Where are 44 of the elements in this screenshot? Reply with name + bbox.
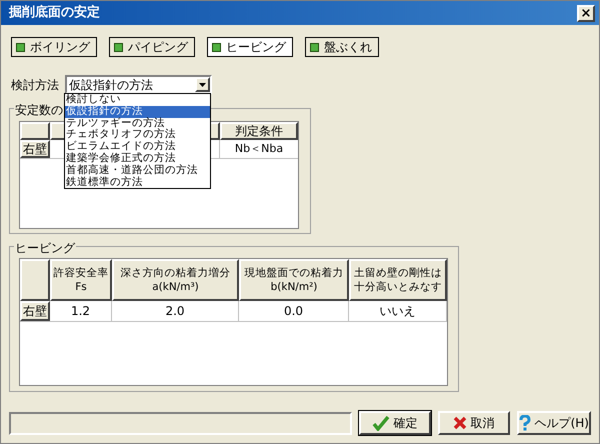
tab[interactable]: ボイリング <box>11 37 97 57</box>
header-title: 許容安全率 <box>54 266 108 280</box>
close-button[interactable]: × <box>577 4 595 22</box>
status-square-icon <box>212 42 221 52</box>
status-square-icon <box>310 42 319 52</box>
cross-icon <box>452 416 467 430</box>
dropdown-option[interactable]: 仮設指針の方法 <box>65 106 210 118</box>
help-button[interactable]: ヘルプ(H) <box>516 411 591 435</box>
header-subtitle: 十分高いとみなす <box>354 280 442 294</box>
question-icon <box>518 415 531 431</box>
table-cell: 2.0 <box>112 301 239 321</box>
table-cell: 1.2 <box>50 301 112 321</box>
group-title: ヒービング <box>14 239 76 257</box>
window-title: 掘削底面の安定 <box>8 4 100 22</box>
table-cell: 0.0 <box>239 301 349 321</box>
dropdown-option[interactable]: 建築学会修正式の方法 <box>65 152 210 165</box>
cancel-button[interactable]: 取消 <box>438 411 510 435</box>
method-label: 検討方法 <box>11 76 59 94</box>
check-icon <box>372 415 390 431</box>
header-subtitle: b(kN/m²) <box>270 280 318 294</box>
dropdown-option[interactable]: 首都高速・道路公団の方法 <box>65 164 210 177</box>
tab[interactable]: ヒービング <box>207 37 293 57</box>
dropdown-option[interactable]: テルツァギーの方法 <box>65 118 210 130</box>
status-square-icon <box>114 42 123 52</box>
table-cell-text: Nb＜Nba <box>234 141 284 157</box>
header-title: 深さ方向の粘着力増分 <box>120 266 230 280</box>
dropdown-option[interactable]: 鉄道標準の方法 <box>65 176 210 188</box>
header-title: 現地盤面での粘着力 <box>244 266 344 280</box>
dropdown-option[interactable]: ビエラムエイドの方法 <box>65 141 210 153</box>
status-square-icon <box>16 42 25 52</box>
dropdown-option[interactable]: チェボタリオフの方法 <box>65 129 210 142</box>
row-header: 右壁 <box>20 301 50 321</box>
dropdown-option[interactable]: 検討しない <box>65 94 210 106</box>
row-header: 右壁 <box>20 140 50 158</box>
header-title: 土留め壁の剛性は <box>354 266 442 280</box>
tab[interactable]: 盤ぶくれ <box>305 37 379 57</box>
method-dropdown[interactable]: 仮設指針の方法 <box>65 75 212 94</box>
group-title: 安定数の <box>14 101 64 119</box>
header-subtitle: a(kN/m³) <box>152 280 199 294</box>
table-cell: いいえ <box>349 301 447 321</box>
tab[interactable]: パイピング <box>109 37 195 57</box>
ok-button[interactable]: 確定 <box>358 411 431 435</box>
column-header: 判定条件 <box>220 122 298 140</box>
header-subtitle: Fs <box>75 280 87 294</box>
